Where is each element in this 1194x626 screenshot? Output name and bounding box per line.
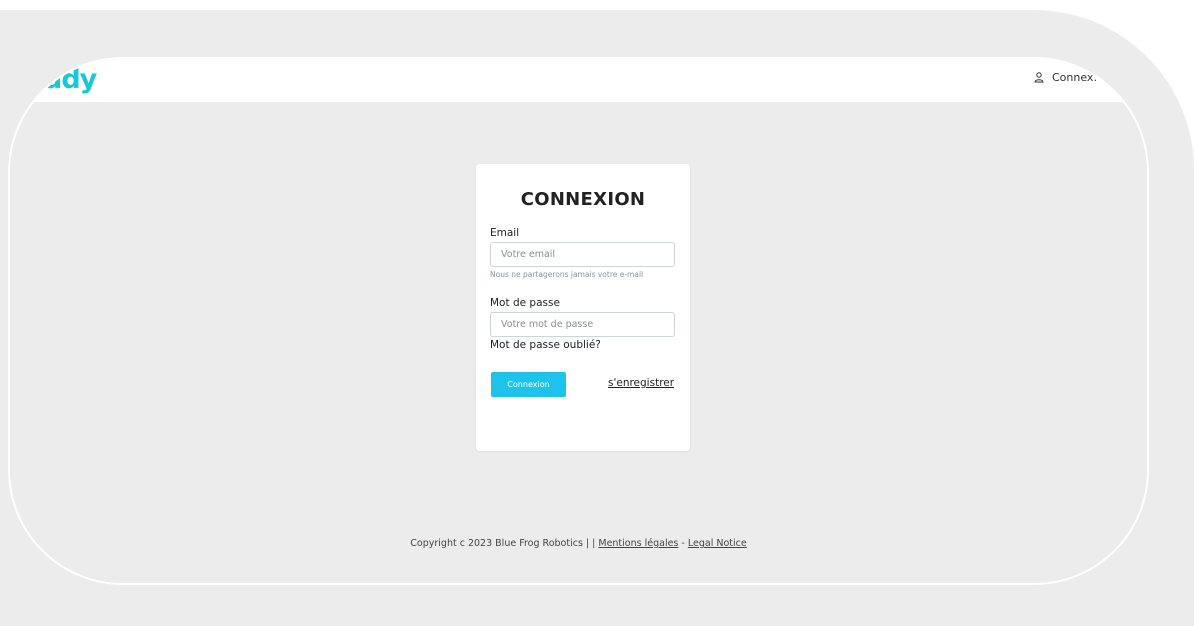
password-label: Mot de passe [490, 297, 560, 309]
user-icon [1034, 72, 1044, 83]
legal-notice-link[interactable]: Legal Notice [688, 538, 747, 549]
password-field[interactable] [490, 312, 675, 337]
forgot-password-link[interactable]: Mot de passe oublié? [490, 339, 601, 351]
brand-logo[interactable]: ddy [43, 64, 97, 95]
device-frame: ddy Connex. CONNEXION Email Nous ne part… [8, 57, 1149, 585]
nav-login-label: Connex. [1052, 71, 1097, 84]
login-card: CONNEXION Email Nous ne partagerons jama… [476, 164, 690, 451]
page-title: CONNEXION [520, 189, 646, 210]
email-field[interactable] [490, 242, 675, 267]
footer: Copyright c 2023 Blue Frog Robotics | | … [10, 538, 1147, 549]
top-navbar: ddy Connex. [10, 59, 1147, 102]
email-help-text: Nous ne partagerons jamais votre e-mail [490, 270, 644, 279]
email-label: Email [490, 227, 520, 239]
footer-separator: - [681, 538, 685, 549]
copyright-text: Copyright c 2023 Blue Frog Robotics | | [410, 538, 596, 549]
register-link[interactable]: s'enregistrer [608, 377, 674, 389]
login-button[interactable]: Connexion [491, 372, 566, 397]
legal-mentions-link[interactable]: Mentions légales [598, 538, 678, 549]
nav-login-link[interactable]: Connex. [1034, 71, 1097, 84]
